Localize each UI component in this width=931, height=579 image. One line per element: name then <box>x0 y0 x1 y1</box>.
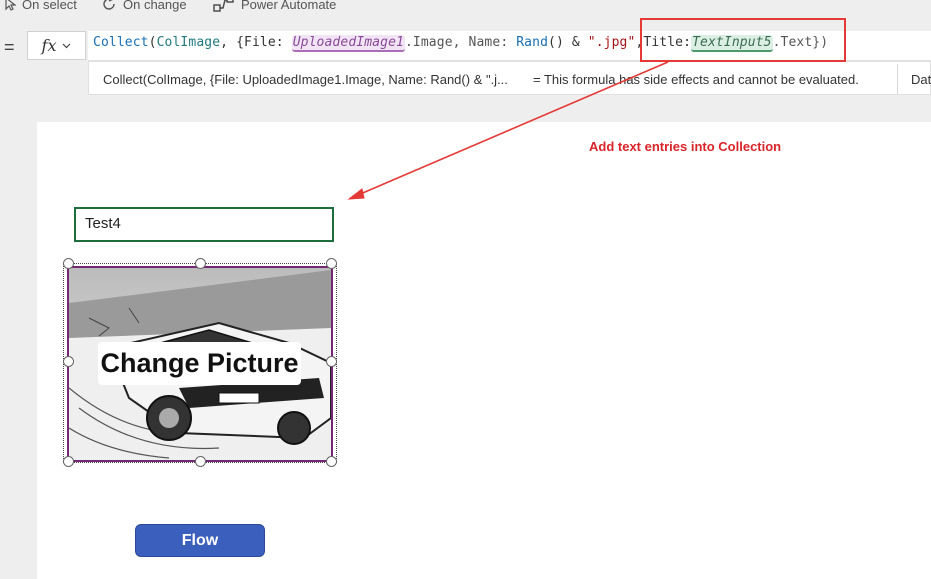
formula-token-rand: Rand <box>516 35 549 50</box>
change-picture-label[interactable]: Change Picture <box>98 342 301 385</box>
formula-token-uploaded-image: UploadedImage1 <box>291 35 405 52</box>
annotation-highlight-box <box>640 18 846 62</box>
on-change-label: On change <box>123 0 187 12</box>
data-type-tab[interactable]: Dat <box>911 72 931 87</box>
formula-token: () & <box>548 35 588 50</box>
power-automate-icon <box>213 0 234 12</box>
divider <box>897 64 898 94</box>
formula-token: ( <box>148 35 157 50</box>
on-select-icon <box>5 0 16 11</box>
property-toolbar: On select On change Power Automate <box>0 0 931 14</box>
formula-token-collect: Collect <box>93 35 149 50</box>
formula-token: , {File: <box>220 35 292 50</box>
on-select-label: On select <box>22 0 77 12</box>
formula-token: .Image, Name: <box>404 35 517 50</box>
text-input[interactable]: Test4 <box>74 207 334 242</box>
resize-handle[interactable] <box>195 456 206 467</box>
power-automate-item[interactable]: Power Automate <box>213 0 336 14</box>
chevron-down-icon <box>63 43 71 48</box>
equals-sign: = <box>4 37 15 57</box>
annotation-text: Add text entries into Collection <box>589 139 782 154</box>
resize-handle[interactable] <box>326 356 337 367</box>
function-picker[interactable]: fx <box>27 31 86 60</box>
power-automate-label: Power Automate <box>241 0 337 12</box>
evaluation-message: = This formula has side effects and cann… <box>533 72 859 87</box>
resize-handle[interactable] <box>326 258 337 269</box>
resize-handle[interactable] <box>195 258 206 269</box>
on-select-item[interactable]: On select <box>4 0 77 14</box>
refresh-icon <box>103 0 115 10</box>
resize-handle[interactable] <box>63 456 74 467</box>
resize-handle[interactable] <box>326 456 337 467</box>
fx-icon: fx <box>41 36 57 55</box>
flow-button[interactable]: Flow <box>135 524 265 557</box>
resize-handle[interactable] <box>63 356 74 367</box>
on-change-item[interactable]: On change <box>101 0 187 14</box>
formula-preview: Collect(ColImage, {File: UploadedImage1.… <box>103 72 508 87</box>
formula-token-string: ".jpg" <box>587 35 636 50</box>
formula-token-collection: ColImage <box>156 35 221 50</box>
resize-handle[interactable] <box>63 258 74 269</box>
formula-hint-bar: Collect(ColImage, {File: UploadedImage1.… <box>88 61 931 95</box>
